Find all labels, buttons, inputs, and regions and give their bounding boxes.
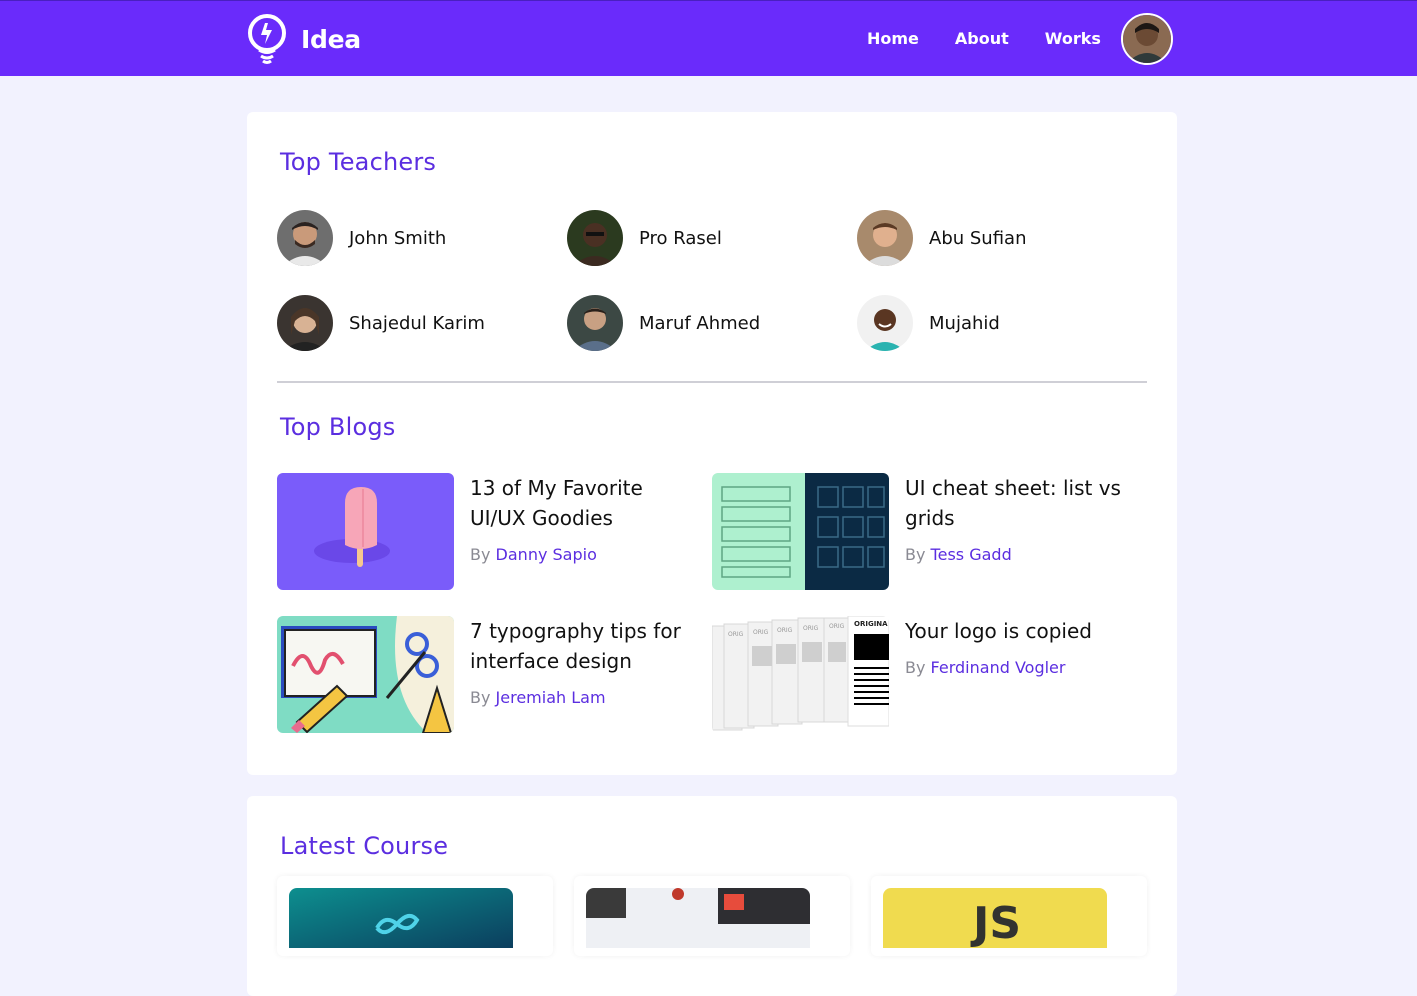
blog-byline: By Tess Gadd <box>905 545 1133 564</box>
nav-link-works[interactable]: Works <box>1045 29 1101 48</box>
typography-illustration <box>277 616 454 733</box>
top-navbar: Idea Home About Works <box>0 0 1417 76</box>
teacher-item[interactable]: John Smith <box>277 210 446 266</box>
blog-item[interactable]: ORIGINA ORIG ORIG ORIG ORIG ORIG Your lo… <box>712 616 1133 733</box>
blog-title[interactable]: 13 of My Favorite UI/UX Goodies <box>470 473 698 533</box>
teacher-name: Mujahid <box>929 312 1000 334</box>
blog-title[interactable]: UI cheat sheet: list vs grids <box>905 473 1133 533</box>
lightbulb-logo-icon <box>248 14 286 64</box>
by-label: By <box>905 545 926 564</box>
latest-course-card: Latest Course JS <box>247 796 1177 996</box>
blog-thumbnail[interactable] <box>712 473 889 590</box>
logo-copies-illustration: ORIGINA ORIG ORIG ORIG ORIG ORIG <box>712 616 889 733</box>
blog-author[interactable]: Ferdinand Vogler <box>931 658 1066 677</box>
blog-title[interactable]: Your logo is copied <box>905 616 1133 646</box>
blog-body: 7 typography tips for interface design B… <box>470 616 698 733</box>
section-divider <box>277 381 1147 383</box>
teacher-item[interactable]: Maruf Ahmed <box>567 295 760 351</box>
blog-author[interactable]: Jeremiah Lam <box>496 688 606 707</box>
teacher-item[interactable]: Shajedul Karim <box>277 295 485 351</box>
top-blogs-title: Top Blogs <box>280 413 396 441</box>
user-avatar-image <box>1123 15 1171 63</box>
blog-byline: By Jeremiah Lam <box>470 688 698 707</box>
course-card[interactable]: JS <box>871 876 1147 956</box>
blog-thumbnail[interactable]: ORIGINA ORIG ORIG ORIG ORIG ORIG <box>712 616 889 733</box>
brand-name: Idea <box>301 24 361 54</box>
course-thumbnail[interactable] <box>289 888 513 948</box>
nav-link-about[interactable]: About <box>955 29 1009 48</box>
list-vs-grid-illustration <box>712 473 889 590</box>
teacher-avatar <box>277 295 333 351</box>
nav-link-home[interactable]: Home <box>867 29 919 48</box>
latest-course-title: Latest Course <box>280 832 449 860</box>
user-avatar[interactable] <box>1121 13 1173 65</box>
teacher-item[interactable]: Pro Rasel <box>567 210 722 266</box>
original-label-copy: ORIG <box>728 631 744 638</box>
teacher-item[interactable]: Mujahid <box>857 295 1000 351</box>
teacher-avatar <box>567 210 623 266</box>
teacher-name: Maruf Ahmed <box>639 312 761 334</box>
top-card: Top Teachers John Smith Pro Rasel Abu Su… <box>247 112 1177 775</box>
blog-item[interactable]: 13 of My Favorite UI/UX Goodies By Danny… <box>277 473 698 590</box>
blog-author[interactable]: Danny Sapio <box>496 545 597 564</box>
blog-title[interactable]: 7 typography tips for interface design <box>470 616 698 676</box>
top-teachers-title: Top Teachers <box>280 148 437 176</box>
teacher-avatar <box>857 295 913 351</box>
nav-links: Home About Works <box>867 29 1137 48</box>
teacher-name: Shajedul Karim <box>349 312 485 334</box>
course-card[interactable] <box>574 876 850 956</box>
course-thumbnail[interactable] <box>586 888 810 948</box>
blog-byline: By Danny Sapio <box>470 545 698 564</box>
blog-body: 13 of My Favorite UI/UX Goodies By Danny… <box>470 473 698 590</box>
teacher-avatar <box>857 210 913 266</box>
blog-item[interactable]: UI cheat sheet: list vs grids By Tess Ga… <box>712 473 1133 590</box>
original-label: ORIGINA <box>854 620 888 628</box>
teacher-item[interactable]: Abu Sufian <box>857 210 1026 266</box>
teacher-avatar <box>277 210 333 266</box>
original-label-copy: ORIG <box>803 625 819 632</box>
teacher-name: Pro Rasel <box>639 227 722 249</box>
blog-body: Your logo is copied By Ferdinand Vogler <box>905 616 1133 733</box>
blog-thumbnail[interactable] <box>277 473 454 590</box>
blog-author[interactable]: Tess Gadd <box>931 545 1012 564</box>
teacher-name: John Smith <box>349 227 447 249</box>
teacher-avatar <box>567 295 623 351</box>
original-label-copy: ORIG <box>777 627 793 634</box>
popsicle-illustration <box>277 473 454 590</box>
course-thumbnail[interactable]: JS <box>883 888 1107 948</box>
blog-thumbnail[interactable] <box>277 616 454 733</box>
blog-body: UI cheat sheet: list vs grids By Tess Ga… <box>905 473 1133 590</box>
by-label: By <box>905 658 926 677</box>
blog-item[interactable]: 7 typography tips for interface design B… <box>277 616 698 733</box>
original-label-copy: ORIG <box>829 623 845 630</box>
teacher-name: Abu Sufian <box>929 227 1027 249</box>
brand[interactable]: Idea <box>246 13 361 65</box>
js-logo-text: JS <box>970 898 1021 948</box>
by-label: By <box>470 545 491 564</box>
original-label-copy: ORIG <box>753 629 769 636</box>
by-label: By <box>470 688 491 707</box>
blog-byline: By Ferdinand Vogler <box>905 658 1133 677</box>
course-card[interactable] <box>277 876 553 956</box>
